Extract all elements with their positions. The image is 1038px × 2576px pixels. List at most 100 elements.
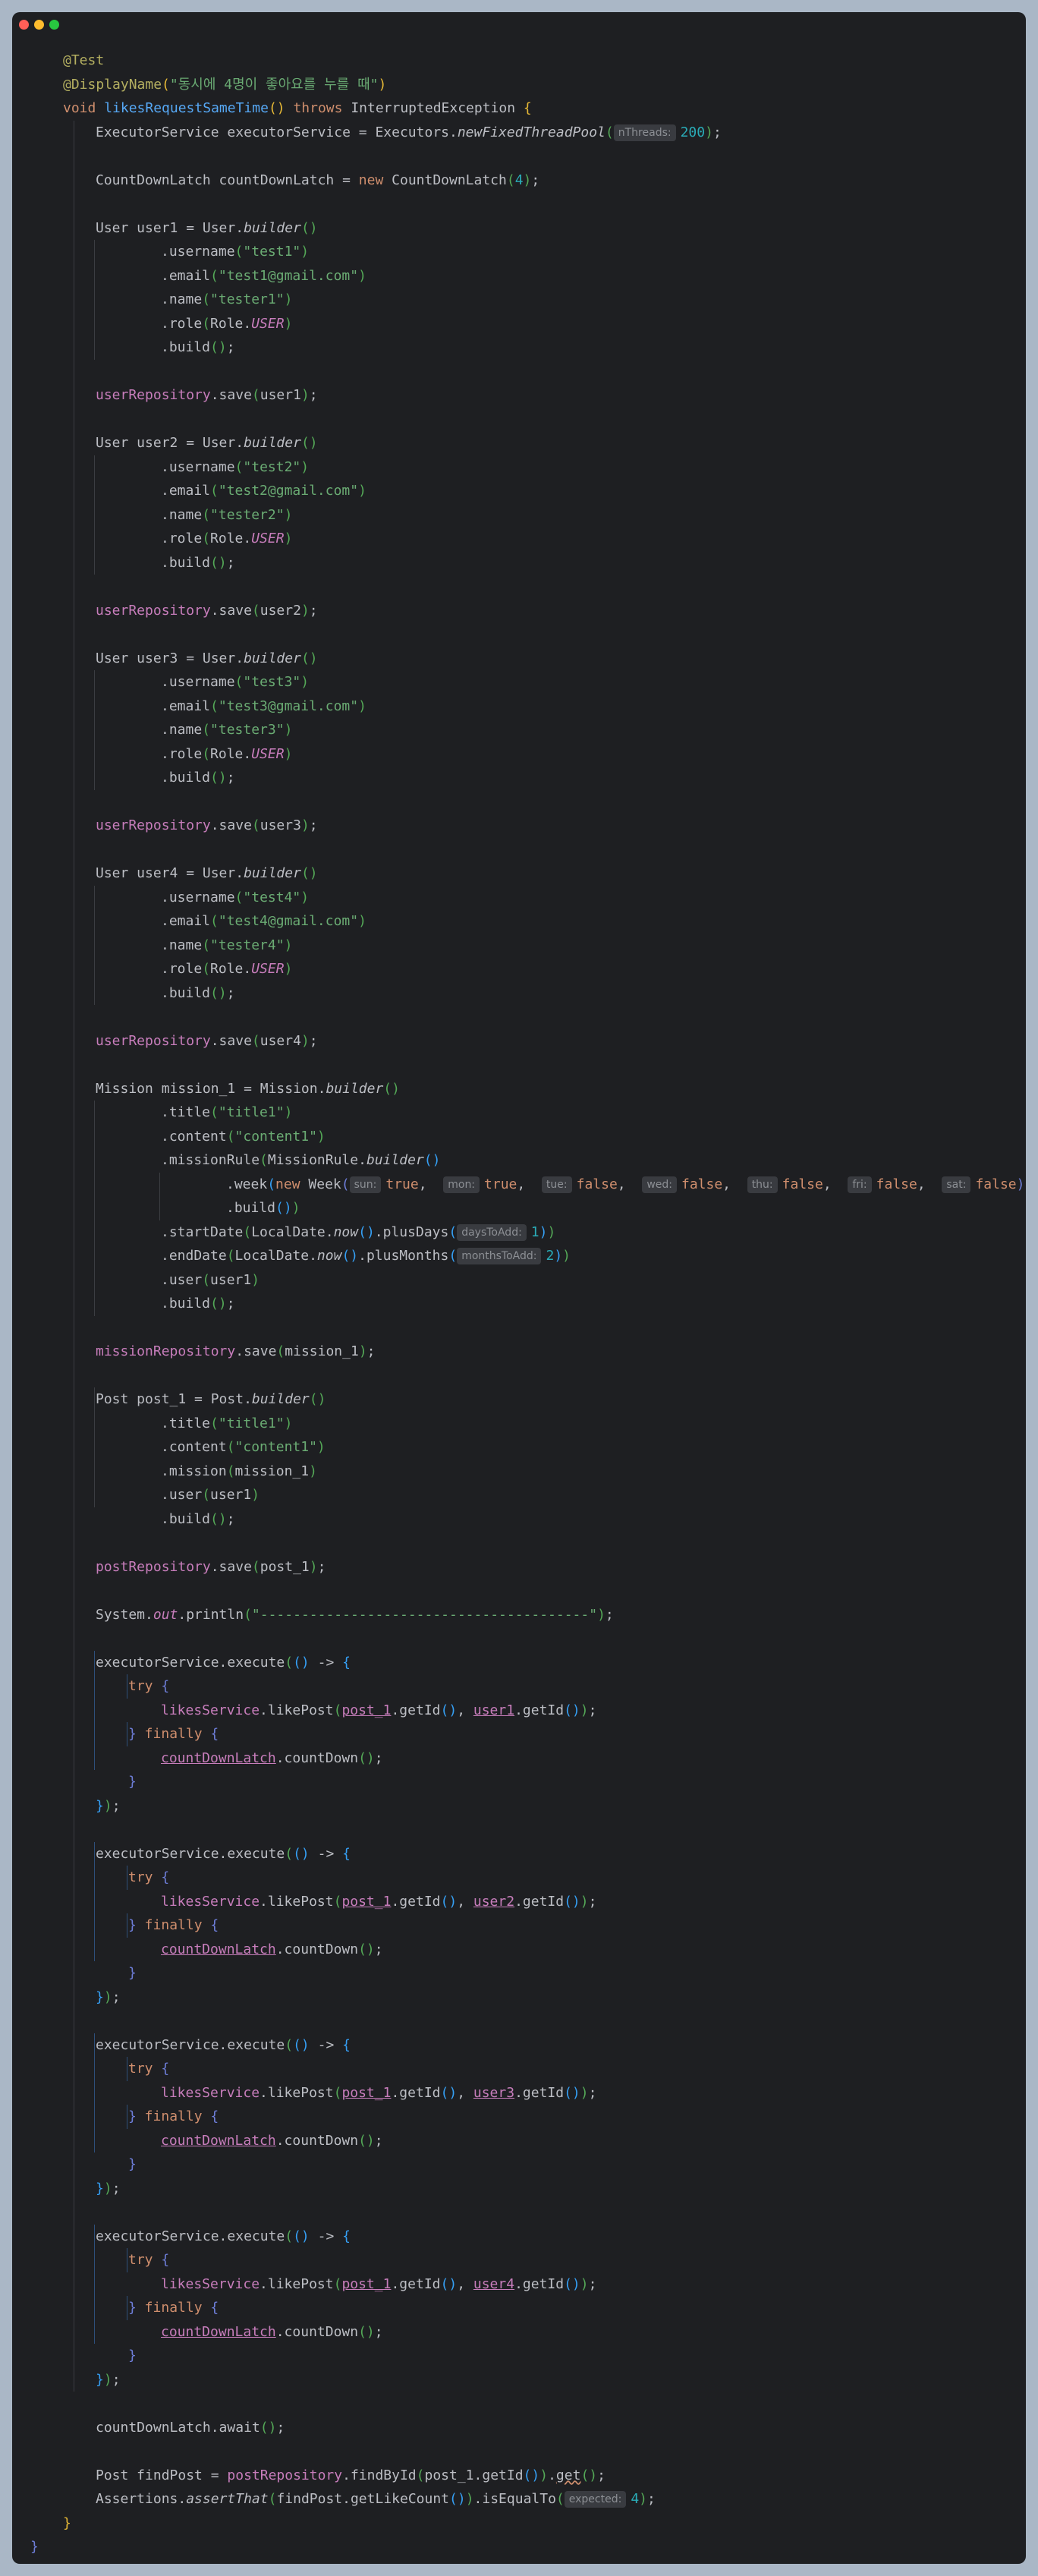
code-token: .save xyxy=(210,1558,252,1575)
code-token: .getId xyxy=(391,2275,441,2292)
indent-guide xyxy=(94,670,95,790)
code-token: () xyxy=(383,1080,400,1097)
code-token: LocalDate. xyxy=(251,1223,334,1240)
code-line: }); xyxy=(96,1986,121,2010)
code-token: () xyxy=(210,1296,227,1312)
code-token: } xyxy=(63,2515,71,2531)
code-token: () xyxy=(293,1845,310,1862)
code-token: } xyxy=(96,2180,104,2197)
code-line: .user(user1) xyxy=(161,1268,260,1293)
code-line: .email("test2@gmail.com") xyxy=(161,479,366,503)
code-token: 4 xyxy=(631,2491,640,2507)
code-token: ; xyxy=(374,1941,383,1957)
code-token: .name xyxy=(161,291,203,307)
code-line: .name("tester4") xyxy=(161,934,292,958)
code-token: , xyxy=(517,1176,542,1192)
code-line: User user1 = User.builder() xyxy=(96,216,318,241)
code-token: .title xyxy=(161,1104,211,1120)
code-token: ; xyxy=(226,770,235,786)
code-line: .role(Role.USER) xyxy=(161,312,292,336)
code-line: try { xyxy=(128,2248,169,2272)
code-token: ) xyxy=(358,1343,367,1359)
code-token: ( xyxy=(202,1487,211,1503)
code-line: .build()) xyxy=(226,1196,300,1220)
code-line: .missionRule(MissionRule.builder() xyxy=(161,1148,440,1173)
code-token: .mission xyxy=(161,1463,227,1479)
code-token: ; xyxy=(588,1702,597,1718)
code-token: "tester1" xyxy=(210,291,285,307)
code-token: } xyxy=(128,2108,137,2124)
code-token: mission_1 xyxy=(285,1343,359,1359)
code-token: "test4" xyxy=(243,889,301,905)
code-token: user4 xyxy=(473,2275,515,2292)
code-token: finally xyxy=(136,2108,211,2124)
code-token: ( xyxy=(555,2491,565,2507)
code-token: Mission mission_1 = Mission. xyxy=(96,1080,326,1097)
code-token: User user2 = User. xyxy=(96,435,244,451)
indent-guide xyxy=(94,1841,95,1961)
code-token: ( xyxy=(260,1152,268,1168)
code-token: 4 xyxy=(514,172,524,188)
code-token: ) xyxy=(316,1128,326,1145)
code-token: ( xyxy=(202,722,211,738)
code-token: } xyxy=(128,2348,137,2363)
code-line: .startDate(LocalDate.now().plusDays(days… xyxy=(161,1220,555,1245)
code-token: { xyxy=(210,1726,219,1742)
code-token: .likePost xyxy=(260,1893,334,1910)
code-token: ) xyxy=(284,722,293,738)
code-token: out xyxy=(153,1606,178,1623)
code-token: .countDown xyxy=(275,1749,359,1766)
code-token: () xyxy=(358,1941,375,1957)
code-token: Assertions. xyxy=(96,2491,187,2507)
code-line: Mission mission_1 = Mission.builder() xyxy=(96,1077,400,1101)
code-token: ; xyxy=(374,1749,383,1766)
code-token: ( xyxy=(210,1415,219,1431)
code-token: "content1" xyxy=(234,1439,317,1455)
code-token: ( xyxy=(226,1439,235,1455)
code-token: ) xyxy=(300,387,310,403)
code-token: ) xyxy=(580,2084,589,2101)
code-token: userRepository xyxy=(96,1032,211,1049)
code-token: () xyxy=(293,2228,310,2244)
code-token: { xyxy=(342,2228,351,2244)
code-token: .email xyxy=(161,483,211,499)
code-token: .role xyxy=(161,531,203,546)
code-token: ; xyxy=(112,1797,121,1814)
code-token: } xyxy=(96,1797,104,1814)
code-area[interactable]: @Test @DisplayName("동시에 4명이 좋아요를 누를 때") vo… xyxy=(12,12,1026,2564)
code-line: countDownLatch.countDown(); xyxy=(161,2129,383,2153)
code-token: ) xyxy=(103,1797,112,1814)
code-token: ) xyxy=(103,2371,112,2388)
code-token: @Test xyxy=(63,52,105,68)
code-token: .getId xyxy=(514,1702,565,1718)
code-token: , xyxy=(418,1176,444,1192)
code-token: } xyxy=(128,1965,137,1981)
code-line: } xyxy=(30,2535,39,2559)
code-token: .likePost xyxy=(260,2275,334,2292)
code-token: ( xyxy=(448,1248,458,1264)
code-line: }); xyxy=(96,1794,121,1819)
code-token: user2 xyxy=(473,1893,515,1910)
code-line: countDownLatch.countDown(); xyxy=(161,1938,383,1962)
code-token: .email xyxy=(161,267,211,284)
code-token: () xyxy=(210,1510,227,1527)
code-token: ) xyxy=(316,1439,326,1455)
code-line: try { xyxy=(128,1674,169,1699)
code-line: .username("test2") xyxy=(161,455,309,480)
code-token: } xyxy=(96,1989,104,2005)
code-line: executorService.execute(() -> { xyxy=(96,2225,351,2249)
code-token: ) xyxy=(251,1271,260,1288)
code-token: { xyxy=(161,1869,170,1885)
code-line: .content("content1") xyxy=(161,1435,326,1460)
code-token: ( xyxy=(268,2491,277,2507)
code-token: ) xyxy=(284,937,293,953)
code-token: () xyxy=(293,2036,310,2053)
code-token: countDownLatch.await xyxy=(96,2419,260,2436)
code-line: postRepository.save(post_1); xyxy=(96,1555,326,1579)
code-token: () xyxy=(275,1200,292,1216)
code-token: MissionRule. xyxy=(267,1152,366,1168)
code-token: ( xyxy=(202,506,211,523)
indent-guide xyxy=(94,1101,95,1316)
code-token: post_1.getId xyxy=(424,2467,524,2483)
code-token: Week xyxy=(308,1176,341,1192)
